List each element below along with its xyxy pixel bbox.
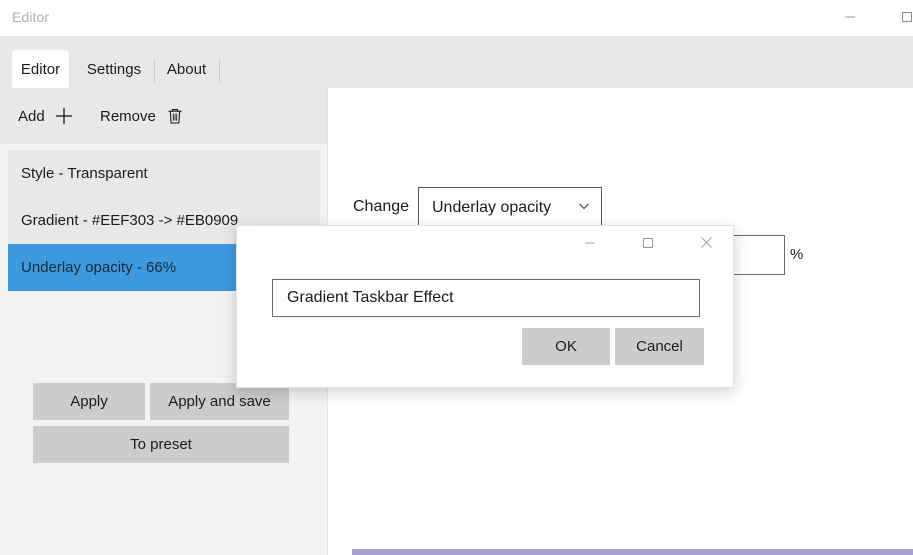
window-titlebar: Editor <box>0 0 913 36</box>
cancel-button[interactable]: Cancel <box>615 328 704 365</box>
tab-separator <box>154 60 155 82</box>
window-title: Editor <box>12 9 49 25</box>
tab-about[interactable]: About <box>159 50 214 88</box>
ok-button[interactable]: OK <box>522 328 610 365</box>
tab-separator <box>219 60 220 82</box>
app-window: Editor Editor Settings About Add <box>0 0 913 555</box>
preset-name-dialog: Gradient Taskbar Effect OK Cancel <box>236 225 734 388</box>
dialog-minimize-button[interactable] <box>569 230 611 260</box>
plus-icon <box>54 106 74 126</box>
trash-icon <box>165 106 185 126</box>
tab-editor-label: Editor <box>21 61 60 78</box>
list-item-label: Underlay opacity - 66% <box>21 259 176 276</box>
dialog-maximize-button[interactable] <box>627 230 669 260</box>
list-item-label: Gradient - #EEF303 -> #EB0909 <box>21 212 238 229</box>
apply-and-save-button[interactable]: Apply and save <box>150 383 289 420</box>
add-button[interactable]: Add <box>18 88 74 144</box>
preset-name-input[interactable]: Gradient Taskbar Effect <box>272 279 700 317</box>
change-type-dropdown[interactable]: Underlay opacity <box>418 187 602 229</box>
add-button-label: Add <box>18 108 45 125</box>
minimize-icon <box>584 236 596 254</box>
change-label: Change <box>353 198 409 216</box>
tab-editor[interactable]: Editor <box>12 50 69 88</box>
chevron-down-icon <box>577 199 591 218</box>
remove-button[interactable]: Remove <box>100 88 185 144</box>
tab-strip: Editor Settings About <box>0 36 913 88</box>
dialog-close-button[interactable] <box>685 230 727 260</box>
window-minimize-button[interactable] <box>827 0 873 33</box>
window-maximize-button[interactable] <box>884 0 913 33</box>
apply-button[interactable]: Apply <box>33 383 145 420</box>
list-toolbar: Add Remove <box>0 88 327 144</box>
remove-button-label: Remove <box>100 108 156 125</box>
maximize-icon <box>901 11 913 23</box>
list-item[interactable]: Style - Transparent <box>8 150 320 197</box>
tab-about-label: About <box>167 61 206 78</box>
change-type-value: Underlay opacity <box>432 199 577 217</box>
minimize-icon <box>844 11 856 23</box>
list-item-label: Style - Transparent <box>21 165 148 182</box>
close-icon <box>700 236 713 254</box>
accent-bar <box>352 549 913 555</box>
tab-settings[interactable]: Settings <box>77 50 151 88</box>
percent-label: % <box>790 246 803 263</box>
tab-settings-label: Settings <box>87 61 141 78</box>
to-preset-button[interactable]: To preset <box>33 426 289 463</box>
maximize-icon <box>642 236 654 254</box>
